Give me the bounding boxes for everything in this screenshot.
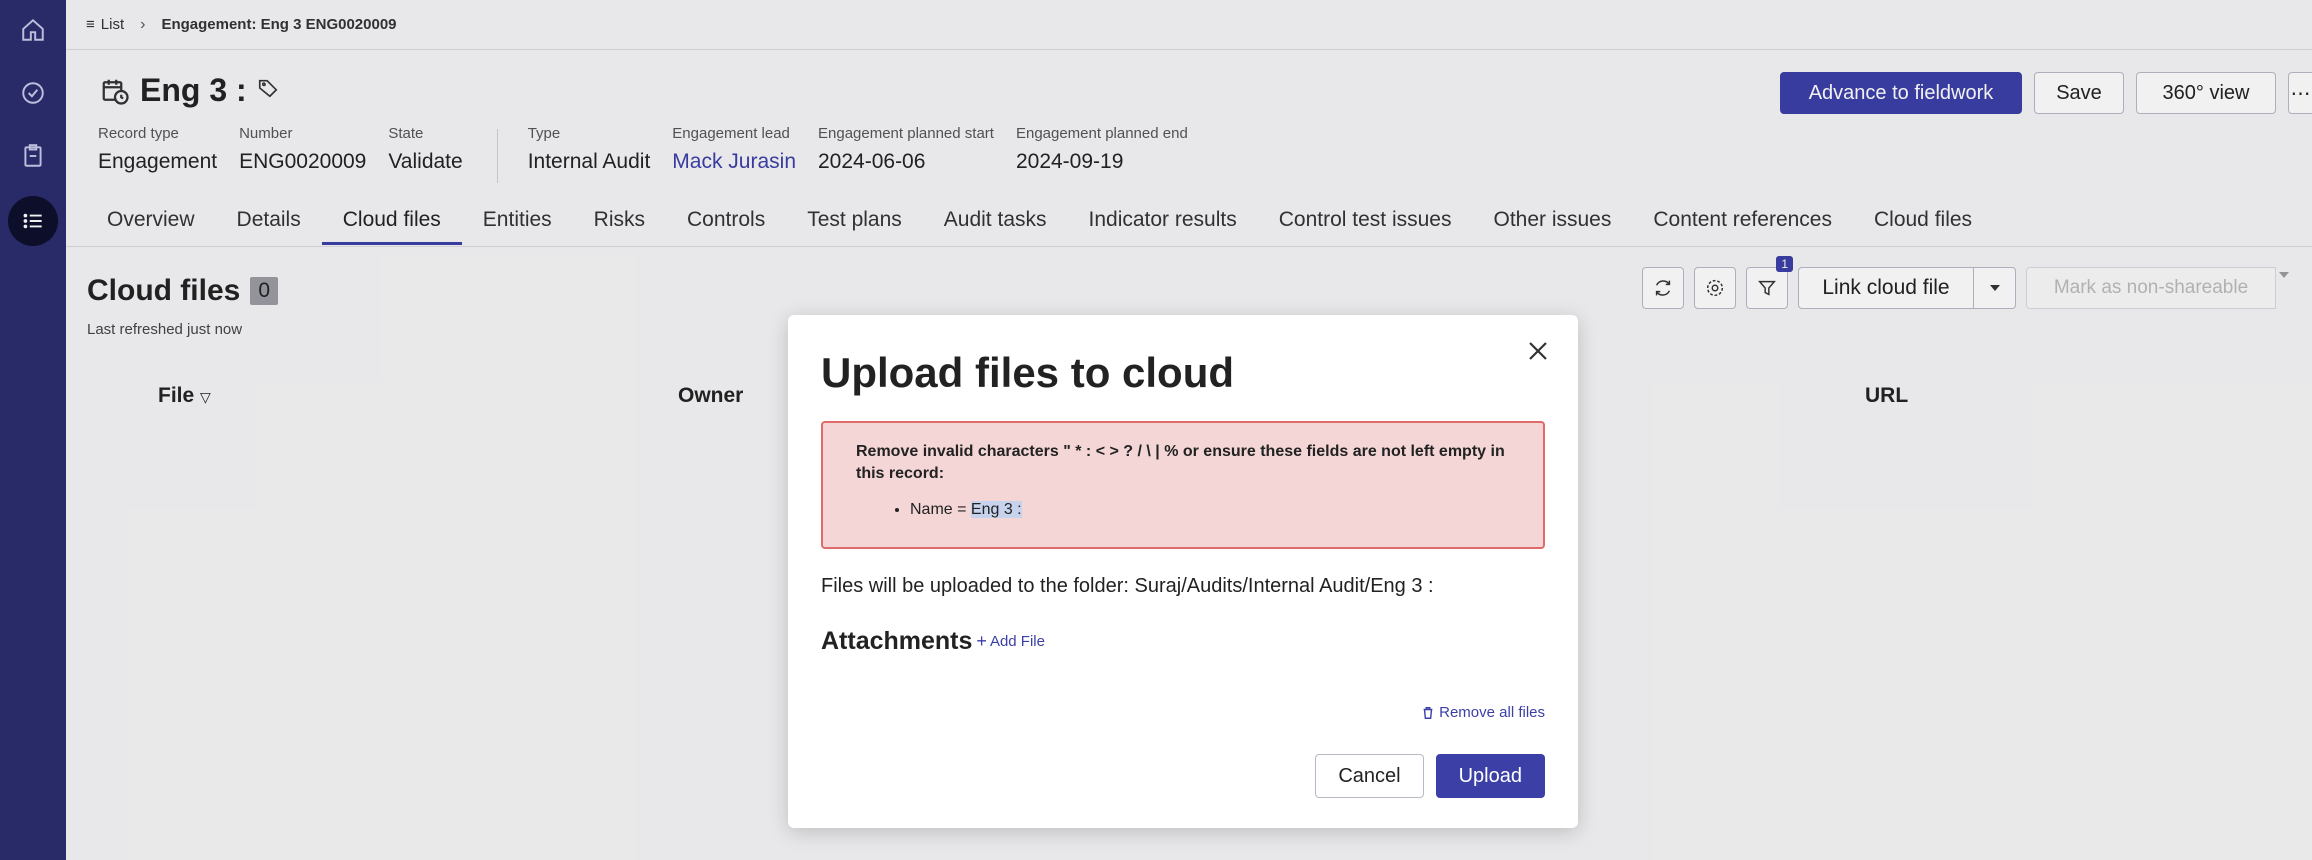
error-list: Name = Eng 3 : bbox=[910, 501, 1531, 519]
add-file-label: Add File bbox=[989, 633, 1045, 650]
remove-all-label: Remove all files bbox=[1439, 704, 1545, 721]
error-message: Remove invalid characters " * : < > ? / … bbox=[856, 443, 1505, 482]
error-item-value: Eng 3 : bbox=[970, 501, 1022, 518]
upload-folder-text: Files will be uploaded to the folder: Su… bbox=[821, 575, 1434, 597]
upload-button[interactable]: Upload bbox=[1435, 754, 1545, 798]
error-item-prefix: Name = bbox=[910, 501, 971, 518]
modal-title: Upload files to cloud bbox=[821, 349, 1235, 396]
error-alert: Remove invalid characters " * : < > ? / … bbox=[821, 421, 1545, 549]
plus-icon: + bbox=[976, 631, 987, 651]
close-icon bbox=[1529, 342, 1547, 360]
attachments-label: Attachments bbox=[821, 627, 973, 655]
attachments-row: Attachments + Add File bbox=[821, 627, 1045, 656]
upload-modal: Upload files to cloud Remove invalid cha… bbox=[788, 315, 1578, 828]
cancel-button[interactable]: Cancel bbox=[1315, 754, 1424, 798]
remove-all-files-button[interactable]: Remove all files bbox=[1421, 704, 1545, 721]
add-file-button[interactable]: + Add File bbox=[976, 631, 1045, 651]
modal-actions: Cancel Upload bbox=[1315, 754, 1545, 798]
trash-icon bbox=[1423, 706, 1433, 719]
close-button[interactable] bbox=[1520, 333, 1556, 369]
error-list-item: Name = Eng 3 : bbox=[910, 501, 1531, 519]
